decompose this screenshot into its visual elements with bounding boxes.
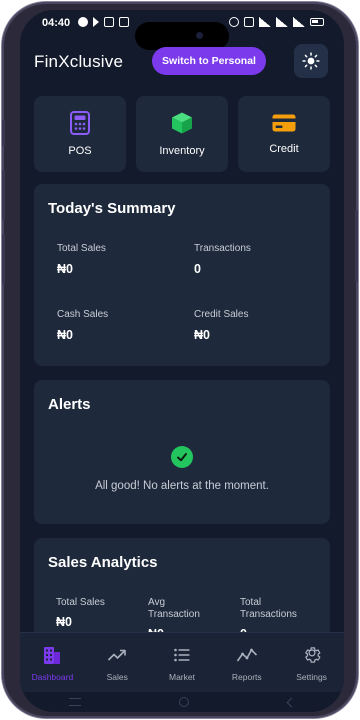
alerts-message: All good! No alerts at the moment. — [95, 480, 269, 492]
total-transactions-label-line-1: Total — [240, 597, 262, 608]
total-sales-label: Total Sales — [57, 243, 106, 254]
analytics-total-sales-label: Total Sales — [56, 597, 105, 608]
credit-sales-value: ₦0 — [194, 328, 210, 342]
quick-action-label: POS — [68, 145, 92, 157]
status-time: 04:40 — [42, 17, 71, 29]
total-sales-value: ₦0 — [57, 262, 73, 276]
credit-card-icon — [272, 114, 296, 132]
app-header: FinXclusive Switch to Personal — [20, 44, 344, 88]
home-icon[interactable] — [179, 697, 190, 707]
nav-label: Settings — [296, 672, 327, 682]
building-icon — [44, 647, 61, 664]
transactions-value: 0 — [194, 262, 201, 276]
status-right-icons — [229, 17, 324, 27]
signal-icon-2 — [293, 17, 305, 27]
quick-action-label: Credit — [269, 143, 299, 155]
status-left-icons — [78, 17, 129, 27]
avg-transaction-label: Avg Transaction — [148, 597, 200, 621]
switch-to-personal-button[interactable]: Switch to Personal — [152, 47, 266, 75]
box-icon — [172, 112, 192, 134]
cash-sales-label: Cash Sales — [57, 309, 109, 320]
screen: 04:40 FinXclusive Switch to Personal POS… — [20, 10, 344, 712]
total-transactions-label-line-2: Transactions — [240, 609, 297, 620]
play-icon — [93, 17, 99, 27]
gear-icon — [304, 647, 321, 663]
summary-title: Today's Summary — [48, 200, 176, 217]
quick-action-inventory[interactable]: Inventory — [136, 96, 228, 172]
volume-down-button — [2, 234, 5, 284]
window-icon — [104, 17, 114, 27]
quick-action-label: Inventory — [159, 145, 205, 157]
analytics-title: Sales Analytics — [48, 554, 158, 571]
quick-action-pos[interactable]: POS — [34, 96, 126, 172]
signal-icon — [276, 17, 288, 27]
transactions-label: Transactions — [194, 243, 251, 254]
nav-label: Reports — [231, 672, 262, 682]
phone-frame: 04:40 FinXclusive Switch to Personal POS… — [2, 2, 358, 718]
nav-item-dashboard[interactable]: Dashboard — [20, 633, 85, 692]
list-icon — [174, 648, 190, 662]
nav-item-reports[interactable]: Reports — [214, 633, 279, 692]
bottom-navigation: Dashboard Sales Market Reports Settings — [20, 632, 344, 692]
wifi-icon — [259, 17, 271, 27]
cash-sales-value: ₦0 — [57, 328, 73, 342]
todays-summary-card: Today's Summary Total Sales ₦0 Transacti… — [34, 184, 330, 366]
volume-up-button — [2, 170, 5, 220]
alerts-card: Alerts All good! No alerts at the moment… — [34, 380, 330, 524]
sun-icon — [302, 52, 320, 70]
quick-actions: POS Inventory Credit — [34, 96, 330, 172]
nav-label: Dashboard — [31, 672, 74, 682]
message-icon — [119, 17, 129, 27]
trending-up-icon — [108, 649, 126, 661]
system-navigation-bar — [20, 692, 344, 712]
alerts-title: Alerts — [48, 396, 91, 413]
check-circle-icon — [171, 446, 193, 468]
back-icon[interactable] — [286, 697, 297, 707]
recent-apps-icon[interactable] — [69, 698, 82, 706]
battery-icon — [310, 18, 324, 26]
action-button — [2, 120, 5, 146]
line-chart-icon — [236, 648, 257, 662]
nav-label: Sales — [106, 672, 128, 682]
avg-transaction-label-line-1: Avg — [148, 597, 166, 608]
app-title: FinXclusive — [34, 52, 124, 71]
theme-toggle-button[interactable] — [294, 44, 328, 78]
alarm-icon — [229, 17, 239, 27]
credit-sales-label: Credit Sales — [194, 309, 249, 320]
nav-label: Market — [169, 672, 195, 682]
calculator-icon — [70, 111, 90, 135]
nav-item-sales[interactable]: Sales — [85, 633, 150, 692]
quick-action-credit[interactable]: Credit — [238, 96, 330, 172]
nav-item-settings[interactable]: Settings — [279, 633, 344, 692]
mute-icon — [244, 17, 254, 27]
check-icon — [177, 453, 187, 462]
total-transactions-label: Total Transactions — [240, 597, 297, 621]
avg-transaction-label-line-2: Transaction — [148, 609, 200, 620]
notification-icon — [78, 17, 88, 27]
power-button — [355, 210, 358, 282]
analytics-total-sales-value: ₦0 — [56, 615, 72, 629]
nav-item-market[interactable]: Market — [150, 633, 215, 692]
